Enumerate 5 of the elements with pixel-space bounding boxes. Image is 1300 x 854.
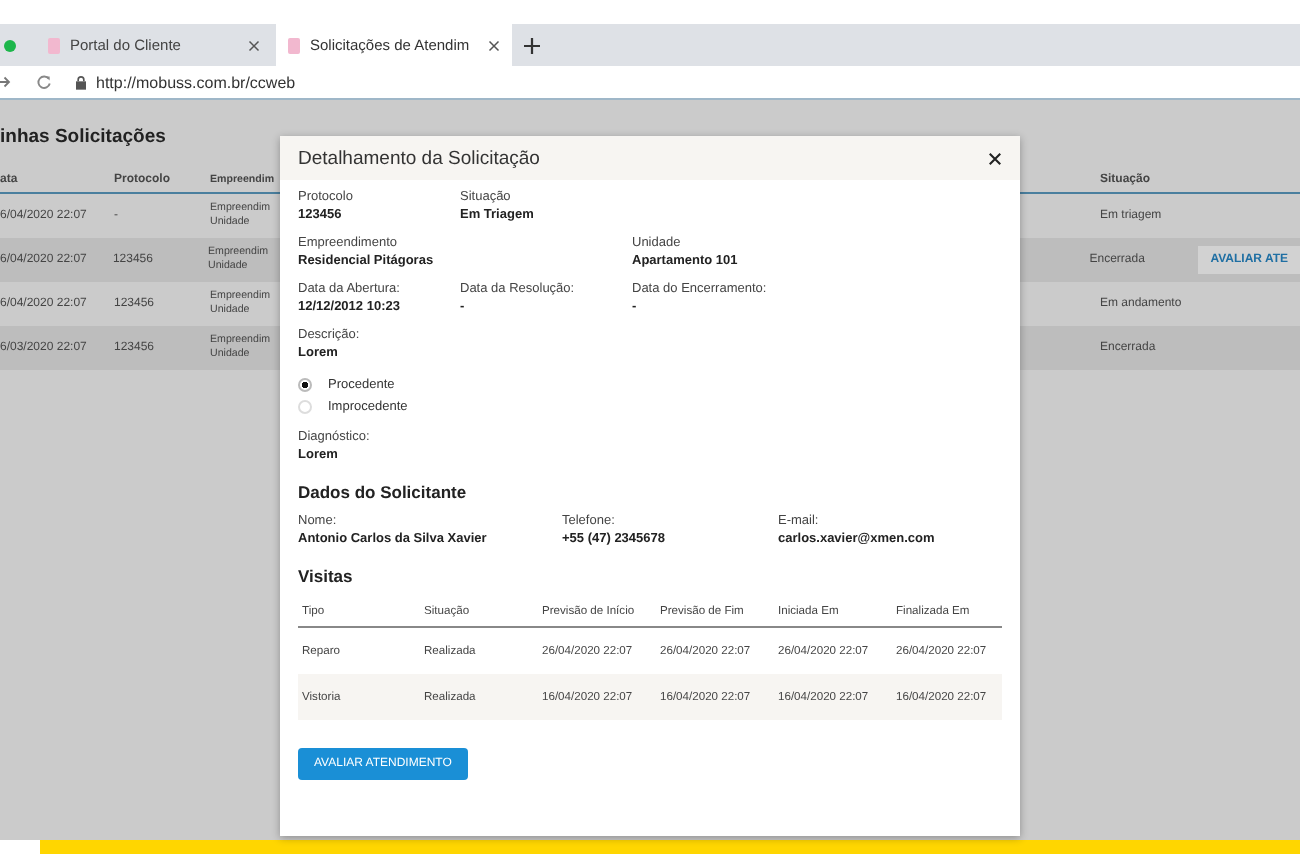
url-field[interactable]: http://mobuss.com.br/ccweb: [96, 73, 296, 91]
section-heading: Dados do Solicitante: [298, 482, 469, 502]
dialog-title: Detalhamento da Solicitação: [298, 147, 540, 169]
section-heading: Visitas: [298, 566, 355, 586]
page-title: inhas Solicitações: [0, 126, 166, 150]
